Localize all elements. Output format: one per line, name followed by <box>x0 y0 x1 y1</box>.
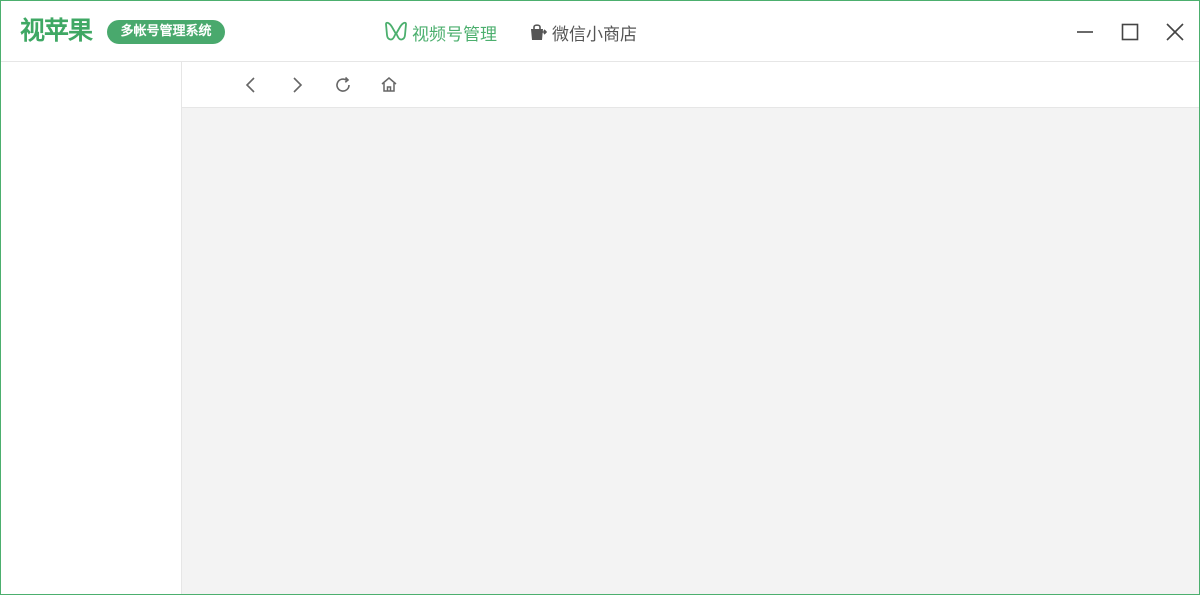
minimize-button[interactable] <box>1070 17 1100 47</box>
shopping-bag-icon <box>528 22 548 42</box>
tab-channels-management[interactable]: 视频号管理 <box>384 19 497 45</box>
sidebar <box>1 62 182 594</box>
maximize-button[interactable] <box>1115 17 1145 47</box>
channels-butterfly-icon <box>384 21 408 43</box>
tab-label: 视频号管理 <box>412 24 497 45</box>
back-button[interactable] <box>239 73 263 97</box>
close-button[interactable] <box>1160 17 1190 47</box>
home-button[interactable] <box>377 73 401 97</box>
app-logo: 视苹果 <box>20 16 93 45</box>
minimize-icon <box>1077 31 1093 33</box>
title-bar: 视苹果 多帐号管理系统 视频号管理 微信小商店 <box>1 1 1199 62</box>
forward-button[interactable] <box>285 73 309 97</box>
home-icon <box>381 77 397 92</box>
refresh-button[interactable] <box>331 73 355 97</box>
system-badge: 多帐号管理系统 <box>107 20 225 44</box>
back-icon <box>245 77 255 93</box>
app-window: 视苹果 多帐号管理系统 视频号管理 微信小商店 <box>0 0 1200 595</box>
refresh-icon <box>336 76 350 92</box>
forward-icon <box>293 77 303 93</box>
tab-label: 微信小商店 <box>552 24 637 45</box>
tab-wechat-store[interactable]: 微信小商店 <box>528 19 637 45</box>
browser-toolbar <box>182 62 1199 108</box>
webview-content-area[interactable] <box>182 108 1199 594</box>
maximize-icon <box>1121 23 1139 41</box>
close-icon <box>1166 23 1184 41</box>
